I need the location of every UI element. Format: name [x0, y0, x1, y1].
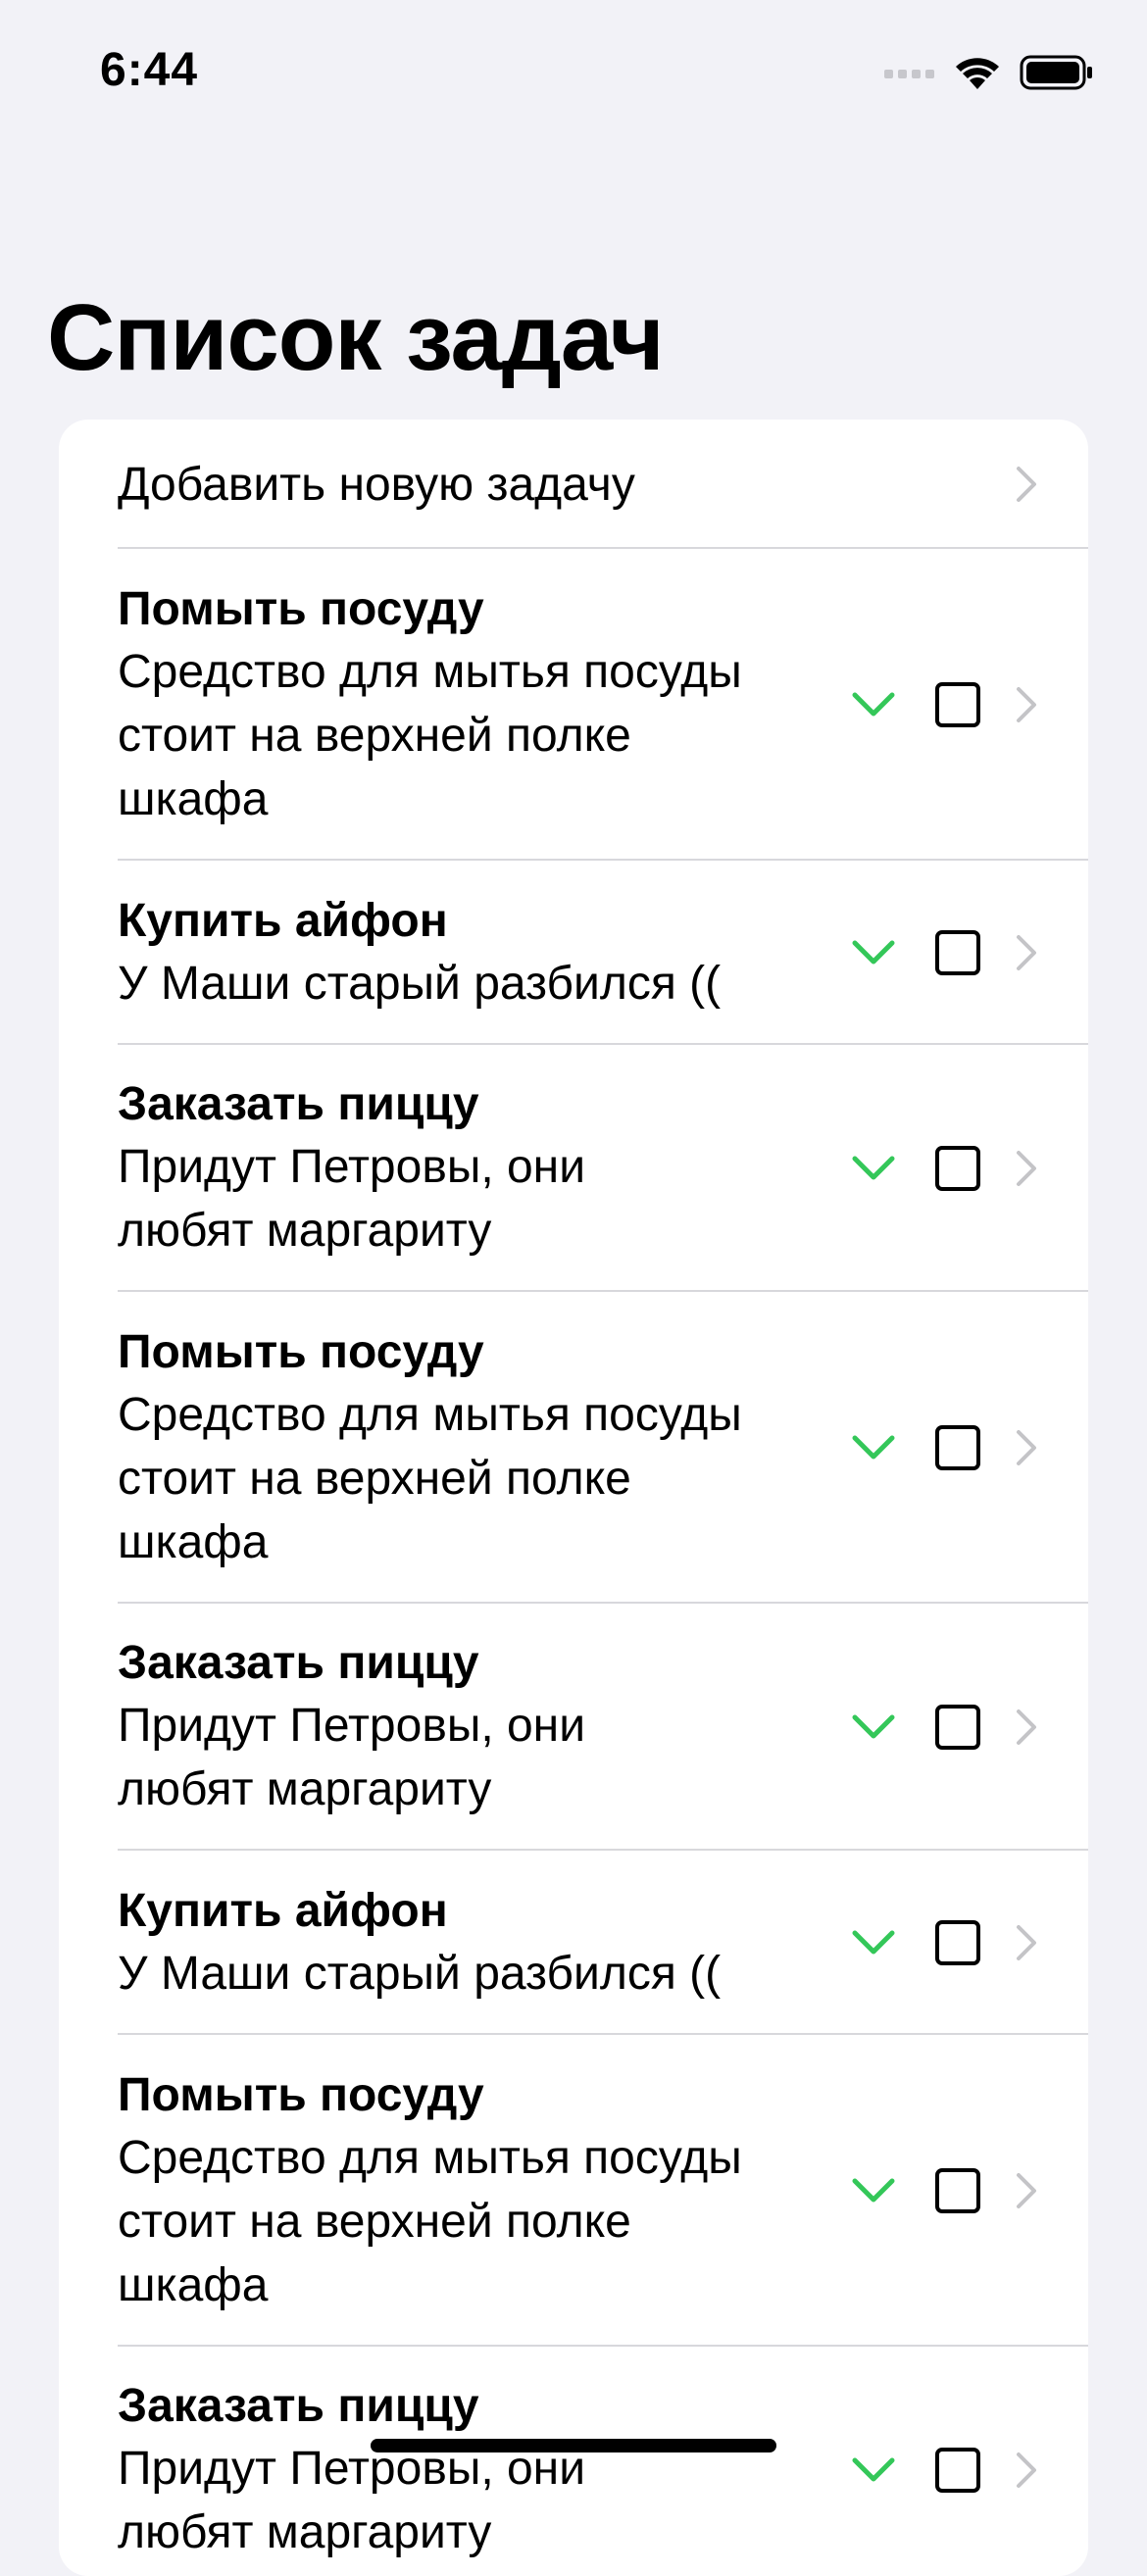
task-description: У Маши старый разбился ((	[118, 957, 722, 1010]
chevron-right-icon	[1017, 2452, 1036, 2488]
task-title: Заказать пиццу	[118, 1078, 479, 1130]
status-time: 6:44	[100, 44, 199, 96]
task-description: Средство для мытья посуды стоит на верхн…	[118, 1388, 742, 1568]
task-rows: Помыть посуду Средство для мытья посуды с…	[59, 549, 1088, 2576]
chevron-right-icon	[1017, 2173, 1036, 2208]
cellular-signal-icon	[884, 70, 934, 78]
task-title: Помыть посуду	[118, 1325, 484, 1378]
task-done-checkbox[interactable]	[935, 1146, 980, 1191]
task-accessories	[851, 682, 1037, 727]
task-title: Заказать пиццу	[118, 1637, 479, 1689]
chevron-down-icon[interactable]	[851, 690, 896, 719]
chevron-right-icon	[1017, 935, 1036, 970]
task-done-checkbox[interactable]	[935, 2168, 980, 2213]
chevron-right-icon	[1017, 1430, 1036, 1465]
add-task-row[interactable]: Добавить новую задачу	[59, 420, 1088, 549]
task-row[interactable]: Заказать пиццу Придут Петровы, они любят …	[59, 1604, 1088, 1851]
task-list: Добавить новую задачу Помыть посуду Средс…	[59, 420, 1088, 2576]
task-accessories	[851, 930, 1037, 975]
chevron-down-icon[interactable]	[851, 2455, 896, 2485]
task-description: Средство для мытья посуды стоит на верхн…	[118, 2131, 742, 2311]
task-row[interactable]: Заказать пиццу Придут Петровы, они любят …	[59, 1045, 1088, 1292]
chevron-right-icon	[1017, 467, 1036, 502]
task-row[interactable]: Купить айфон У Маши старый разбился ((	[59, 861, 1088, 1045]
task-done-checkbox[interactable]	[935, 682, 980, 727]
task-done-checkbox[interactable]	[935, 1425, 980, 1470]
task-row[interactable]: Помыть посуду Средство для мытья посуды с…	[59, 1292, 1088, 1604]
task-done-checkbox[interactable]	[935, 2448, 980, 2493]
chevron-down-icon[interactable]	[851, 2176, 896, 2205]
task-description: У Маши старый разбился ((	[118, 1947, 722, 2000]
task-description: Придут Петровы, они любят маргариту	[118, 2443, 585, 2558]
task-description: Придут Петровы, они любят маргариту	[118, 1141, 585, 1257]
task-accessories	[851, 1425, 1037, 1470]
page-title: Список задач	[47, 285, 665, 390]
task-title: Помыть посуду	[118, 582, 484, 635]
home-indicator	[371, 2439, 776, 2452]
task-row[interactable]: Купить айфон У Маши старый разбился ((	[59, 1851, 1088, 2035]
chevron-down-icon[interactable]	[851, 1433, 896, 1462]
battery-icon	[1020, 55, 1092, 90]
chevron-down-icon[interactable]	[851, 1154, 896, 1183]
task-done-checkbox[interactable]	[935, 1920, 980, 1965]
chevron-down-icon[interactable]	[851, 1928, 896, 1957]
task-description: Средство для мытья посуды стоит на верхн…	[118, 645, 742, 825]
status-icons	[884, 49, 1094, 96]
chevron-down-icon[interactable]	[851, 1712, 896, 1742]
chevron-right-icon	[1017, 687, 1036, 722]
chevron-right-icon	[1017, 1709, 1036, 1745]
task-row[interactable]: Помыть посуду Средство для мытья посуды с…	[59, 549, 1088, 861]
chevron-down-icon[interactable]	[851, 938, 896, 967]
task-accessories	[851, 1705, 1037, 1750]
add-task-label: Добавить новую задачу	[118, 458, 635, 511]
task-title: Заказать пиццу	[118, 2380, 479, 2432]
task-done-checkbox[interactable]	[935, 930, 980, 975]
chevron-right-icon	[1017, 1925, 1036, 1960]
task-accessories	[851, 1920, 1037, 1965]
status-bar: 6:44	[0, 0, 1147, 147]
task-row[interactable]: Заказать пиццу Придут Петровы, они любят …	[59, 2347, 1088, 2576]
chevron-right-icon	[1017, 1151, 1036, 1186]
task-done-checkbox[interactable]	[935, 1705, 980, 1750]
task-accessories	[851, 1146, 1037, 1191]
task-description: Придут Петровы, они любят маргариту	[118, 1700, 585, 1815]
wifi-icon	[956, 58, 999, 89]
task-accessories	[851, 2448, 1037, 2493]
task-title: Помыть посуду	[118, 2068, 484, 2121]
task-accessories	[851, 2168, 1037, 2213]
task-row[interactable]: Помыть посуду Средство для мытья посуды с…	[59, 2035, 1088, 2347]
